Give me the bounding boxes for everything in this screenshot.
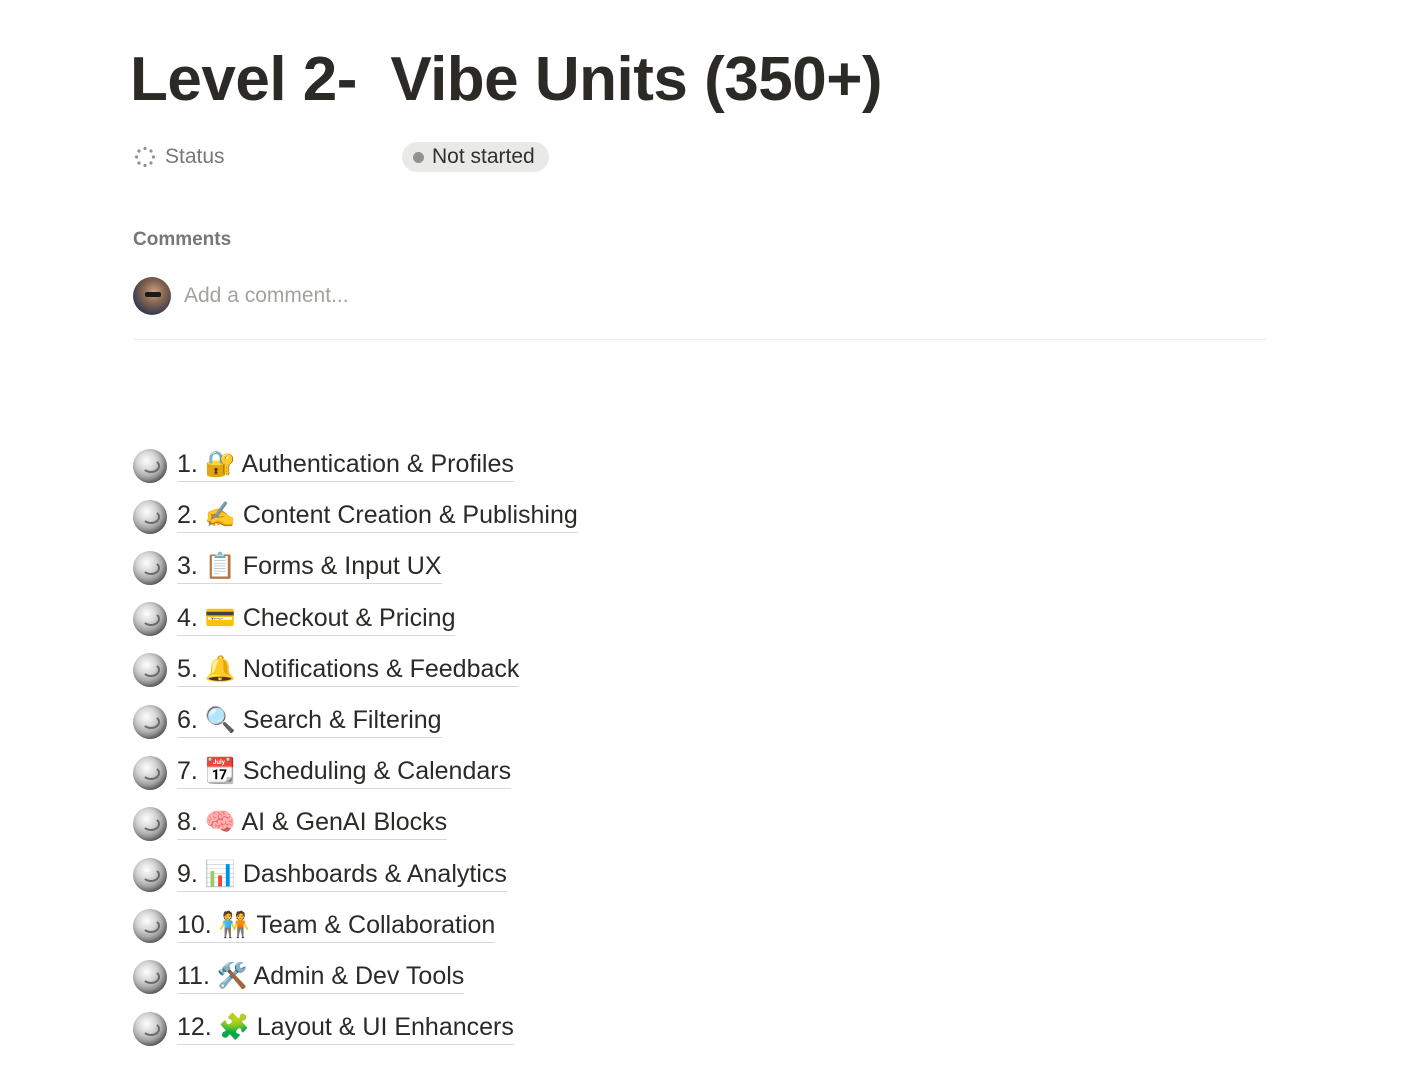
subpage-link[interactable]: 4. 💳 Checkout & Pricing: [133, 594, 578, 645]
status-badge[interactable]: Not started: [402, 142, 549, 172]
subpage-link[interactable]: 11. 🛠️ Admin & Dev Tools: [133, 952, 578, 1003]
page-icon: [133, 755, 167, 790]
subpage-title[interactable]: 7. 📆 Scheduling & Calendars: [177, 756, 512, 790]
subpage-title[interactable]: 12. 🧩 Layout & UI Enhancers: [177, 1012, 514, 1046]
status-value: Not started: [432, 145, 535, 168]
subpage-link[interactable]: 8. 🧠 AI & GenAI Blocks: [133, 798, 578, 849]
subpage-title[interactable]: 6. 🔍 Search & Filtering: [177, 705, 442, 739]
divider: [133, 339, 1267, 340]
page-icon: [133, 960, 167, 995]
status-property-label[interactable]: Status: [133, 140, 225, 174]
subpage-link[interactable]: 6. 🔍 Search & Filtering: [133, 696, 578, 747]
page-icon: [133, 653, 167, 688]
subpage-title[interactable]: 9. 📊 Dashboards & Analytics: [177, 859, 507, 892]
comment-composer: [133, 276, 784, 316]
subpage-list: 1. 🔐 Authentication & Profiles 2. ✍️ Con…: [133, 440, 578, 1054]
subpage-link[interactable]: 3. 📋 Forms & Input UX: [133, 542, 578, 593]
status-property-row: Status Not started: [133, 140, 833, 174]
subpage-link[interactable]: 5. 🔔 Notifications & Feedback: [133, 645, 578, 696]
subpage-link[interactable]: 2. ✍️ Content Creation & Publishing: [133, 491, 578, 542]
comments-heading: Comments: [133, 229, 232, 250]
status-spinner-icon: [134, 146, 156, 168]
page-icon: [133, 704, 167, 739]
subpage-title[interactable]: 2. ✍️ Content Creation & Publishing: [177, 500, 578, 534]
page-icon: [133, 550, 167, 585]
subpage-link[interactable]: 9. 📊 Dashboards & Analytics: [133, 850, 578, 901]
avatar: [133, 277, 171, 315]
page-icon: [133, 448, 167, 483]
subpage-link[interactable]: 1. 🔐 Authentication & Profiles: [133, 440, 578, 491]
notion-page: Level 2- Vibe Units (350+) Status Not st…: [0, 0, 1422, 1080]
subpage-title[interactable]: 11. 🛠️ Admin & Dev Tools: [177, 961, 465, 994]
page-icon: [133, 499, 167, 534]
subpage-title[interactable]: 10. 🧑‍🤝‍🧑 Team & Collaboration: [177, 910, 496, 943]
subpage-title[interactable]: 3. 📋 Forms & Input UX: [177, 551, 442, 585]
page-icon: [133, 909, 167, 944]
subpage-title[interactable]: 8. 🧠 AI & GenAI Blocks: [177, 807, 448, 841]
page-icon: [133, 1011, 167, 1046]
page-title[interactable]: Level 2- Vibe Units (350+): [130, 40, 883, 120]
status-label: Status: [165, 145, 225, 168]
page-icon: [133, 858, 167, 893]
subpage-link[interactable]: 7. 📆 Scheduling & Calendars: [133, 747, 578, 798]
status-dot: [413, 151, 424, 163]
page-icon: [133, 806, 167, 841]
subpage-title[interactable]: 5. 🔔 Notifications & Feedback: [177, 654, 520, 687]
subpage-title[interactable]: 4. 💳 Checkout & Pricing: [177, 603, 456, 636]
subpage-link[interactable]: 10. 🧑‍🤝‍🧑 Team & Collaboration: [133, 901, 578, 952]
subpage-link[interactable]: 12. 🧩 Layout & UI Enhancers: [133, 1003, 578, 1054]
comment-input[interactable]: [184, 284, 784, 308]
page-icon: [133, 602, 167, 637]
subpage-title[interactable]: 1. 🔐 Authentication & Profiles: [177, 449, 514, 483]
